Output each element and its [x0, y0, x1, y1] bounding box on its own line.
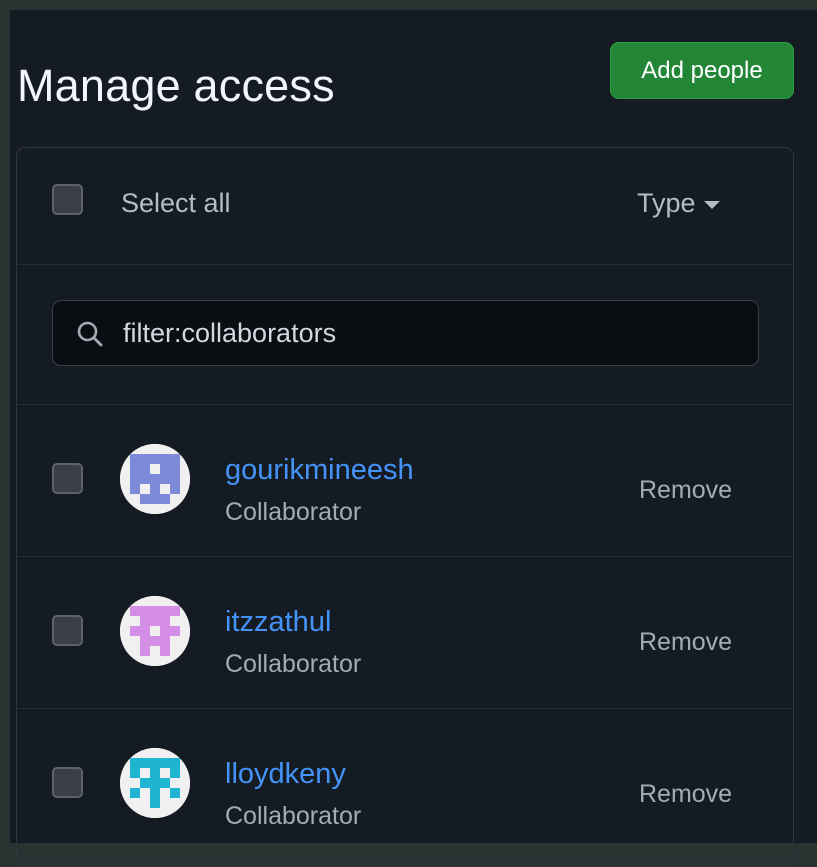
member-role: Collaborator — [225, 498, 362, 526]
member-username[interactable]: lloydkeny — [225, 758, 346, 791]
identicon-avatar-icon — [120, 748, 190, 818]
avatar[interactable] — [120, 748, 190, 818]
search-field[interactable] — [52, 300, 759, 366]
avatar[interactable] — [120, 444, 190, 514]
list-header: Select all Type — [17, 148, 793, 265]
member-checkbox[interactable] — [52, 767, 83, 798]
add-people-button[interactable]: Add people — [610, 42, 794, 99]
type-filter-dropdown[interactable]: Type — [637, 188, 720, 219]
member-checkbox[interactable] — [52, 615, 83, 646]
member-role: Collaborator — [225, 802, 362, 830]
type-filter-label: Type — [637, 188, 696, 218]
select-all-checkbox[interactable] — [52, 184, 83, 215]
page-title: Manage access — [17, 60, 335, 111]
member-checkbox[interactable] — [52, 463, 83, 494]
remove-member-button[interactable]: Remove — [639, 780, 732, 809]
select-all-label: Select all — [121, 188, 231, 218]
member-role: Collaborator — [225, 650, 362, 678]
search-input[interactable] — [123, 301, 743, 365]
caret-down-icon — [703, 200, 720, 209]
member-row-itzzathul: itzzathul Collaborator Remove — [17, 556, 793, 709]
avatar[interactable] — [120, 596, 190, 666]
remove-member-button[interactable]: Remove — [639, 628, 732, 657]
member-row-lloydkeny: lloydkeny Collaborator Remove — [17, 708, 793, 861]
member-username[interactable]: gourikmineesh — [225, 454, 414, 487]
search-icon — [77, 321, 103, 347]
filter-area — [17, 264, 793, 405]
member-row-gourikmineesh: gourikmineesh Collaborator Remove — [17, 404, 793, 557]
identicon-avatar-icon — [120, 444, 190, 514]
manage-access-screen: Manage access Add people Select all Type — [10, 10, 817, 867]
access-list-panel: Select all Type filter:collaborators gou… — [16, 147, 794, 867]
identicon-avatar-icon — [120, 596, 190, 666]
member-username[interactable]: itzzathul — [225, 606, 331, 639]
remove-member-button[interactable]: Remove — [639, 476, 732, 505]
